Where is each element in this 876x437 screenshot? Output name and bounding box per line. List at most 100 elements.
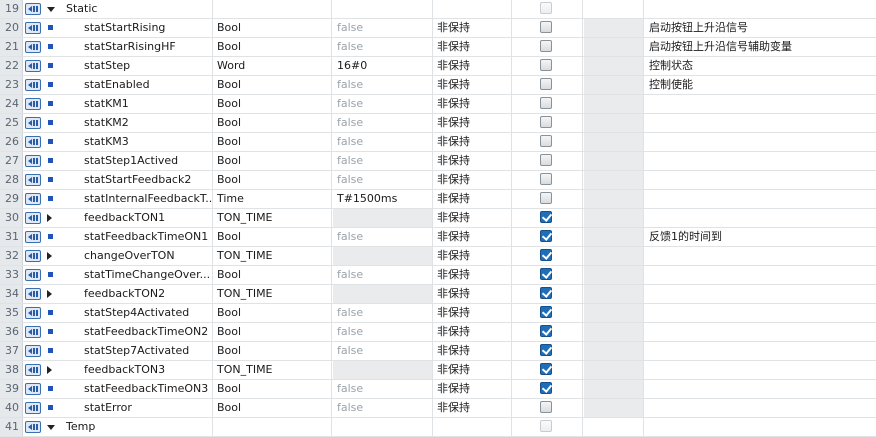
table-row[interactable]: 31 statFeedbackTimeON1 Bool false 非保持 反馈1的时间到 — [0, 228, 876, 247]
variable-name[interactable]: statStartFeedback2 — [63, 171, 213, 189]
default-value[interactable] — [333, 285, 433, 303]
setpoint-cell[interactable] — [584, 285, 644, 303]
default-value[interactable]: false — [333, 152, 433, 170]
section-row[interactable]: 41 Temp — [0, 418, 876, 437]
default-value[interactable]: false — [333, 342, 433, 360]
data-type[interactable]: TON_TIME — [214, 247, 332, 265]
setpoint-cell[interactable] — [584, 380, 644, 398]
default-value[interactable]: false — [333, 171, 433, 189]
setpoint-cell[interactable] — [584, 361, 644, 379]
setpoint-cell[interactable] — [584, 418, 644, 436]
setpoint-cell[interactable] — [584, 304, 644, 322]
data-type[interactable]: Bool — [214, 19, 332, 37]
variable-name[interactable]: Static — [63, 0, 213, 18]
data-type[interactable]: TON_TIME — [214, 209, 332, 227]
table-row[interactable]: 24 statKM1 Bool false 非保持 — [0, 95, 876, 114]
variable-name[interactable]: statStep1Actived — [63, 152, 213, 170]
data-type[interactable]: Bool — [214, 171, 332, 189]
retain-setting[interactable]: 非保持 — [434, 361, 512, 379]
retain-setting[interactable]: 非保持 — [434, 133, 512, 151]
default-value[interactable]: false — [333, 228, 433, 246]
variable-name[interactable]: statKM2 — [63, 114, 213, 132]
data-type[interactable]: Bool — [214, 133, 332, 151]
table-row[interactable]: 35 statStep4Activated Bool false 非保持 — [0, 304, 876, 323]
data-type[interactable]: Bool — [214, 114, 332, 132]
variable-name[interactable]: statStep4Activated — [63, 304, 213, 322]
default-value[interactable]: false — [333, 266, 433, 284]
retain-setting[interactable]: 非保持 — [434, 152, 512, 170]
data-type[interactable]: Bool — [214, 38, 332, 56]
variable-name[interactable]: feedbackTON3 — [63, 361, 213, 379]
comment[interactable] — [645, 323, 876, 341]
default-value[interactable]: false — [333, 38, 433, 56]
variable-name[interactable]: statFeedbackTimeON3 — [63, 380, 213, 398]
default-value[interactable] — [333, 361, 433, 379]
retain-setting[interactable]: 非保持 — [434, 190, 512, 208]
retain-setting[interactable]: 非保持 — [434, 247, 512, 265]
retain-setting[interactable]: 非保持 — [434, 114, 512, 132]
accessible-checkbox[interactable] — [540, 192, 552, 204]
table-row[interactable]: 20 statStartRising Bool false 非保持 启动按钮上升沿信号 — [0, 19, 876, 38]
table-row[interactable]: 29 statInternalFeedbackT... Time T#1500ms 非保… — [0, 190, 876, 209]
data-type[interactable] — [214, 0, 332, 18]
data-type[interactable]: Bool — [214, 266, 332, 284]
setpoint-cell[interactable] — [584, 38, 644, 56]
table-row[interactable]: 27 statStep1Actived Bool false 非保持 — [0, 152, 876, 171]
accessible-checkbox[interactable] — [540, 230, 552, 242]
default-value[interactable]: false — [333, 380, 433, 398]
data-type[interactable]: TON_TIME — [214, 361, 332, 379]
variable-name[interactable]: statStarRisingHF — [63, 38, 213, 56]
table-row[interactable]: 33 statTimeChangeOver... Bool false 非保持 — [0, 266, 876, 285]
retain-setting[interactable]: 非保持 — [434, 95, 512, 113]
variable-name[interactable]: feedbackTON1 — [63, 209, 213, 227]
data-type[interactable]: Time — [214, 190, 332, 208]
setpoint-cell[interactable] — [584, 323, 644, 341]
setpoint-cell[interactable] — [584, 399, 644, 417]
table-row[interactable]: 28 statStartFeedback2 Bool false 非保持 — [0, 171, 876, 190]
accessible-checkbox[interactable] — [540, 268, 552, 280]
table-row[interactable]: 25 statKM2 Bool false 非保持 — [0, 114, 876, 133]
table-row[interactable]: 23 statEnabled Bool false 非保持 控制使能 — [0, 76, 876, 95]
table-row[interactable]: 22 statStep Word 16#0 非保持 控制状态 — [0, 57, 876, 76]
retain-setting[interactable]: 非保持 — [434, 342, 512, 360]
default-value[interactable]: false — [333, 95, 433, 113]
comment[interactable]: 启动按钮上升沿信号 — [645, 19, 876, 37]
comment[interactable] — [645, 266, 876, 284]
default-value[interactable]: false — [333, 304, 433, 322]
data-type[interactable]: Word — [214, 57, 332, 75]
default-value[interactable]: 16#0 — [333, 57, 433, 75]
comment[interactable] — [645, 171, 876, 189]
variable-name[interactable]: statKM3 — [63, 133, 213, 151]
accessible-checkbox[interactable] — [540, 211, 552, 223]
default-value[interactable]: T#1500ms — [333, 190, 433, 208]
variable-name[interactable]: statEnabled — [63, 76, 213, 94]
retain-setting[interactable]: 非保持 — [434, 19, 512, 37]
comment[interactable] — [645, 209, 876, 227]
accessible-checkbox[interactable] — [540, 382, 552, 394]
setpoint-cell[interactable] — [584, 114, 644, 132]
setpoint-cell[interactable] — [584, 0, 644, 18]
accessible-checkbox[interactable] — [540, 363, 552, 375]
default-value[interactable]: false — [333, 133, 433, 151]
variable-name[interactable]: feedbackTON2 — [63, 285, 213, 303]
comment[interactable] — [645, 285, 876, 303]
setpoint-cell[interactable] — [584, 133, 644, 151]
retain-setting[interactable] — [434, 0, 512, 18]
data-type[interactable]: Bool — [214, 304, 332, 322]
setpoint-cell[interactable] — [584, 228, 644, 246]
accessible-checkbox[interactable] — [540, 78, 552, 90]
setpoint-cell[interactable] — [584, 95, 644, 113]
table-row[interactable]: 36 statFeedbackTimeON2 Bool false 非保持 — [0, 323, 876, 342]
table-row[interactable]: 34 feedbackTON2 TON_TIME 非保持 — [0, 285, 876, 304]
default-value[interactable] — [333, 209, 433, 227]
setpoint-cell[interactable] — [584, 171, 644, 189]
retain-setting[interactable]: 非保持 — [434, 380, 512, 398]
retain-setting[interactable]: 非保持 — [434, 57, 512, 75]
retain-setting[interactable]: 非保持 — [434, 399, 512, 417]
collapse-arrow-icon[interactable] — [43, 418, 63, 436]
setpoint-cell[interactable] — [584, 342, 644, 360]
comment[interactable] — [645, 247, 876, 265]
default-value[interactable]: false — [333, 114, 433, 132]
retain-setting[interactable]: 非保持 — [434, 228, 512, 246]
accessible-checkbox[interactable] — [540, 154, 552, 166]
